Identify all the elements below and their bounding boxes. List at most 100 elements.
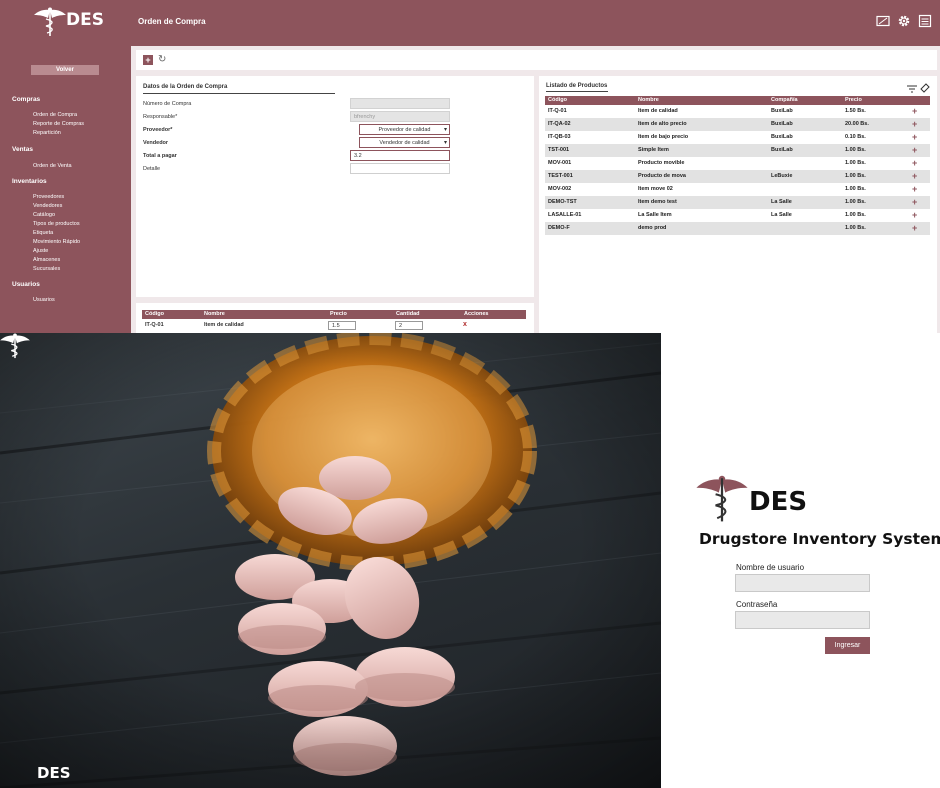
product-company: BuxiLab — [771, 147, 793, 153]
back-button[interactable]: Volver — [31, 65, 99, 75]
sidebar-item-proveedores[interactable]: Proveedores — [33, 194, 64, 200]
label-total-a-pagar: Total a pagar — [143, 153, 177, 159]
gear-icon[interactable] — [897, 14, 911, 28]
login-button[interactable]: Ingresar — [825, 637, 870, 654]
table-row[interactable]: IT-Q-01 Item de calidad BuxiLab 1.50 Bs. + — [545, 105, 930, 118]
product-company: BuxiLab — [771, 108, 793, 114]
product-price: 20.00 Bs. — [845, 121, 869, 127]
product-name: Simple Item — [638, 147, 669, 153]
header-nombre: Nombre — [204, 311, 225, 317]
product-code: TST-001 — [548, 147, 570, 153]
add-product-icon[interactable]: + — [912, 158, 917, 168]
sidebar-item-tipos-de-productos[interactable]: Tipos de productos — [33, 221, 80, 227]
label-detalle: Detalle — [143, 166, 161, 172]
password-input[interactable] — [735, 611, 870, 629]
header-compania: Compañía — [771, 97, 798, 103]
add-product-icon[interactable]: + — [912, 132, 917, 142]
username-input[interactable] — [735, 574, 870, 592]
product-price: 1.00 Bs. — [845, 212, 866, 218]
sidebar-item-orden-de-venta[interactable]: Orden de Venta — [33, 163, 72, 169]
delete-item-icon[interactable]: x — [463, 321, 467, 328]
table-row[interactable]: MOV-001 Producto movible 1.00 Bs. + — [545, 157, 930, 170]
proveedor-select[interactable]: Proveedor de calidad — [359, 124, 450, 135]
sidebar-item-sucursales[interactable]: Sucursales — [33, 266, 60, 272]
label-numero-de-compra: Número de Compra — [143, 101, 192, 107]
eraser-icon[interactable] — [920, 83, 930, 93]
add-product-icon[interactable]: + — [912, 184, 917, 194]
add-product-icon[interactable]: + — [912, 223, 917, 233]
page-title: Orden de Compra — [138, 17, 206, 26]
sidebar-item-movimiento-rapido[interactable]: Movimiento Rápido — [33, 239, 80, 245]
sidebar: Volver Compras Orden de Compra Reporte d… — [0, 46, 131, 333]
table-row[interactable]: LASALLE-01 La Salle Item La Salle 1.00 Bs. + — [545, 209, 930, 222]
product-company: La Salle — [771, 212, 792, 218]
sidebar-item-almacenes[interactable]: Almacenes — [33, 257, 60, 263]
order-form-title: Datos de la Orden de Compra — [143, 84, 228, 90]
add-product-icon[interactable]: + — [912, 119, 917, 129]
table-row[interactable]: TEST-001 Producto de mova LeBuxie 1.00 Bs. + — [545, 170, 930, 183]
purchase-order-app: DES Orden de Compra Volver Compras Orden… — [0, 0, 940, 333]
products-title: Listado de Productos — [546, 83, 608, 89]
header-precio: Precio — [845, 97, 862, 103]
photo-logo-text: DES — [37, 764, 71, 782]
vendedor-select[interactable]: Vendedor de calidad — [359, 137, 450, 148]
item-price-input[interactable]: 1.5 — [328, 321, 356, 330]
username-label: Nombre de usuario — [736, 563, 805, 572]
sidebar-section-inventarios: Inventarios — [12, 178, 47, 185]
list-icon[interactable] — [918, 14, 932, 28]
header-cantidad: Cantidad — [396, 311, 420, 317]
add-product-icon[interactable]: + — [912, 210, 917, 220]
table-row[interactable]: IT-QA-02 Item de alto precio BuxiLab 20.00 … — [545, 118, 930, 131]
plus-icon[interactable]: + — [143, 55, 153, 65]
table-row[interactable]: MOV-002 Item move 02 1.00 Bs. + — [545, 183, 930, 196]
sidebar-item-orden-de-compra[interactable]: Orden de Compra — [33, 112, 77, 118]
login-logo-text: DES — [749, 487, 808, 517]
product-name: Item de bajo precio — [638, 134, 689, 140]
password-label: Contraseña — [736, 600, 778, 609]
product-code: IT-QB-03 — [548, 134, 571, 140]
add-product-icon[interactable]: + — [912, 145, 917, 155]
header-nombre: Nombre — [638, 97, 659, 103]
add-product-icon[interactable]: + — [912, 197, 917, 207]
label-vendedor: Vendedor — [143, 140, 169, 146]
order-items-header: Código Nombre Precio Cantidad Acciones — [142, 310, 526, 319]
filter-icon[interactable] — [907, 85, 917, 93]
top-bar: DES Orden de Compra — [0, 0, 940, 46]
table-row[interactable]: IT-QB-03 Item de bajo precio BuxiLab 0.10 B… — [545, 131, 930, 144]
screen-icon[interactable] — [876, 14, 890, 28]
header-icons — [876, 14, 932, 28]
total-a-pagar-input[interactable]: 3.2 — [350, 150, 450, 161]
product-code: DEMO-TST — [548, 199, 577, 205]
item-code: IT-Q-01 — [145, 322, 164, 328]
sidebar-item-etiqueta[interactable]: Etiqueta — [33, 230, 53, 236]
sidebar-section-ventas: Ventas — [12, 146, 33, 153]
label-responsable: Responsable* — [143, 114, 178, 120]
detalle-input[interactable] — [350, 163, 450, 174]
add-product-icon[interactable]: + — [912, 106, 917, 116]
sidebar-item-usuarios[interactable]: Usuarios — [33, 297, 55, 303]
refresh-icon[interactable]: ↻ — [158, 54, 166, 65]
table-row[interactable]: DEMO-TST Item demo test La Salle 1.00 Bs. + — [545, 196, 930, 209]
sidebar-section-compras: Compras — [12, 96, 41, 103]
sidebar-item-reparticion[interactable]: Repartición — [33, 130, 61, 136]
table-row[interactable]: TST-001 Simple Item BuxiLab 1.00 Bs. + — [545, 144, 930, 157]
sidebar-item-catalogo[interactable]: Catálogo — [33, 212, 55, 218]
add-product-icon[interactable]: + — [912, 171, 917, 181]
product-price: 1.00 Bs. — [845, 160, 866, 166]
product-price: 1.00 Bs. — [845, 186, 866, 192]
products-table-header: Código Nombre Compañía Precio — [545, 96, 930, 105]
header-codigo: Código — [548, 97, 567, 103]
caduceus-logo-icon — [0, 333, 30, 359]
product-name: Item move 02 — [638, 186, 673, 192]
product-company: LeBuxie — [771, 173, 793, 179]
sidebar-item-reporte-de-compras[interactable]: Reporte de Compras — [33, 121, 84, 127]
product-code: LASALLE-01 — [548, 212, 582, 218]
sidebar-item-ajuste[interactable]: Ajuste — [33, 248, 48, 254]
table-row[interactable]: DEMO-F demo prod 1.00 Bs. + — [545, 222, 930, 235]
item-qty-input[interactable]: 2 — [395, 321, 423, 330]
product-name: Item de alto precio — [638, 121, 687, 127]
product-code: DEMO-F — [548, 225, 570, 231]
sidebar-item-vendedores[interactable]: Vendedores — [33, 203, 62, 209]
login-screen: DES Drugstore Inventory System Nombre de… — [661, 333, 940, 788]
label-proveedor: Proveedor* — [143, 127, 173, 133]
